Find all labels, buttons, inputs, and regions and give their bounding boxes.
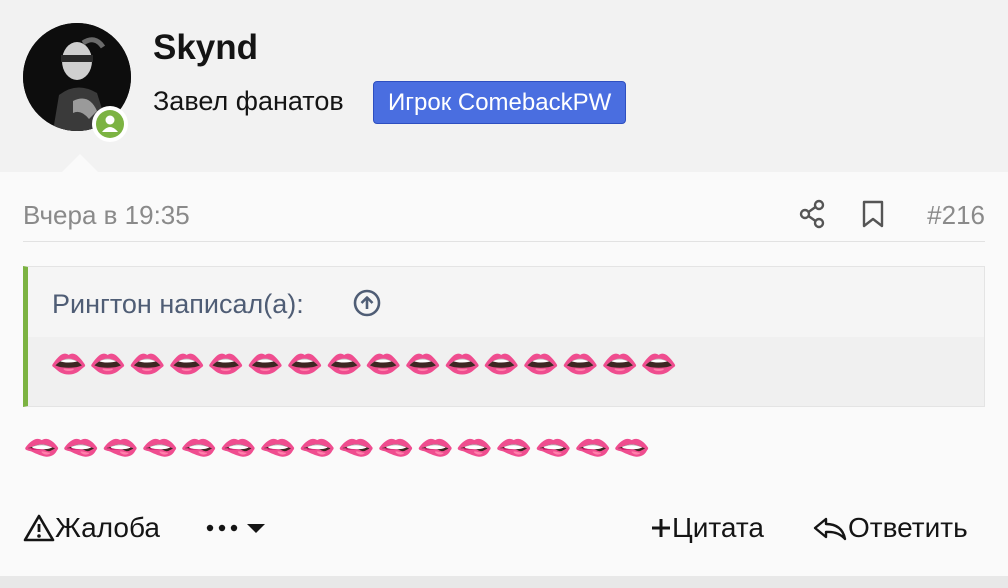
next-message-edge [0, 576, 1008, 588]
quote-label: Цитата [672, 512, 764, 543]
quote-header: Рингтон написал(а): [28, 267, 984, 337]
more-options-icon [206, 524, 265, 533]
go-to-original-icon[interactable] [353, 289, 381, 317]
warning-icon [23, 514, 55, 542]
quote-content: 👄👄👄👄👄👄👄👄👄👄👄👄👄👄👄👄 [50, 348, 680, 381]
post-date[interactable]: Вчера в 19:35 [23, 200, 190, 231]
message-actions: Жалоба Цитата Ответить [0, 502, 1008, 552]
quote-author: Рингтон написал(а): [52, 289, 304, 319]
reply-button[interactable]: Ответить [812, 508, 968, 548]
user-title: Завел фанатов [153, 86, 344, 116]
username[interactable]: Skynd [153, 28, 258, 68]
user-header: Skynd Завел фанатов Игрок ComebackPW [0, 0, 1008, 172]
online-user-icon [92, 106, 128, 142]
share-icon[interactable] [798, 199, 826, 229]
report-label: Жалоба [55, 512, 160, 543]
more-options-button[interactable] [205, 508, 269, 548]
plus-icon [652, 519, 670, 537]
message-body: Вчера в 19:35 #216 Рингтон написал(а): 👄… [0, 172, 1008, 576]
report-button[interactable]: Жалоба [23, 508, 160, 548]
reply-icon [813, 517, 847, 541]
quote-block: Рингтон написал(а): 👄👄👄👄👄👄👄👄👄👄👄👄👄👄👄👄 [23, 266, 985, 407]
quote-button[interactable]: Цитата [650, 508, 764, 548]
message-card: Skynd Завел фанатов Игрок ComebackPW Вче… [0, 0, 1008, 576]
reply-label: Ответить [848, 512, 968, 543]
post-number[interactable]: #216 [927, 200, 985, 231]
bookmark-icon[interactable] [861, 199, 885, 229]
header-arrow-notch [62, 154, 98, 172]
post-content: 🫦🫦🫦🫦🫦🫦🫦🫦🫦🫦🫦🫦🫦🫦🫦🫦 [23, 431, 653, 464]
message-attribution: Вчера в 19:35 #216 [23, 172, 985, 242]
user-banner: Игрок ComebackPW [373, 81, 627, 124]
